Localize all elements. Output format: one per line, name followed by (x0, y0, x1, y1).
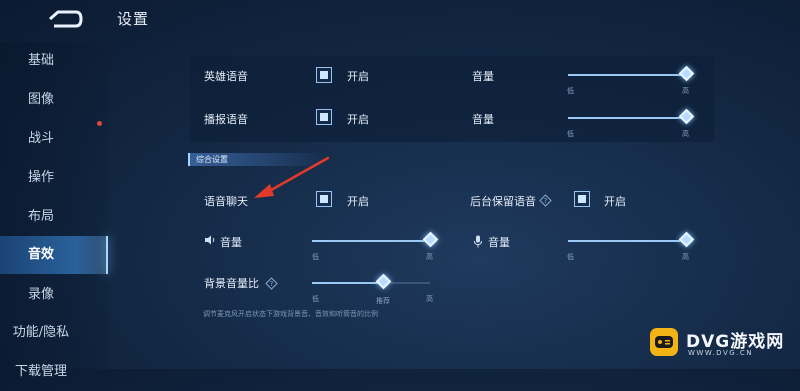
sidebar-item-basic[interactable]: 基础 (0, 42, 108, 80)
sidebar-item-sound[interactable]: 音效 (0, 236, 108, 274)
mic-volume-label: 音量 (488, 236, 510, 249)
svg-text:?: ? (544, 197, 548, 205)
hero-volume-high: 高 (682, 87, 689, 95)
sidebar-item-privacy[interactable]: 功能/隐私 (0, 314, 108, 352)
red-arrow-annotation (254, 156, 330, 198)
hero-volume-label: 音量 (472, 70, 494, 83)
sidebar-item-graphics[interactable]: 图像 (0, 81, 108, 119)
bg-ratio-slider[interactable] (312, 273, 430, 290)
sidebar-item-downloads[interactable]: 下载管理 (0, 353, 108, 391)
hero-voice-on-label: 开启 (347, 70, 369, 83)
microphone-icon (473, 233, 483, 252)
mic-volume-slider[interactable] (568, 231, 695, 248)
section-header-accent (188, 153, 190, 166)
svg-text:?: ? (270, 280, 274, 288)
bg-ratio-help-icon[interactable]: ? (265, 275, 278, 290)
broadcast-volume-label: 音量 (472, 113, 494, 126)
speaker-icon (204, 235, 216, 248)
mic-volume-low: 低 (567, 253, 574, 261)
back-icon (49, 10, 83, 28)
bg-ratio-low: 低 (312, 295, 319, 303)
mic-volume-knob[interactable] (678, 231, 695, 248)
page-title: 设置 (117, 10, 150, 28)
sidebar-item-replay[interactable]: 录像 (0, 276, 108, 314)
watermark-logo (650, 328, 678, 356)
back-button[interactable] (46, 8, 84, 30)
speaker-volume-label: 音量 (220, 236, 242, 249)
broadcast-volume-fill (568, 117, 686, 119)
background-voice-checkbox[interactable] (574, 191, 590, 207)
broadcast-volume-low: 低 (567, 130, 574, 138)
hero-voice-checkbox[interactable] (316, 67, 332, 83)
speaker-volume-fill (312, 240, 430, 242)
broadcast-voice-checkbox[interactable] (316, 109, 332, 125)
hero-volume-slider[interactable] (568, 65, 695, 82)
voice-chat-label: 语音聊天 (204, 195, 248, 208)
mic-volume-fill (568, 240, 686, 242)
hero-voice-label: 英雄语音 (204, 70, 248, 83)
sidebar-item-controls[interactable]: 操作 (0, 159, 108, 197)
notification-dot (97, 121, 102, 126)
broadcast-volume-high: 高 (682, 130, 689, 138)
help-icon[interactable]: ? (539, 192, 552, 207)
footnote-text: 调节麦克风开启状态下游戏背景音、音效和听筒音的比例 (203, 310, 378, 318)
bg-ratio-recommend: 推荐 (376, 297, 390, 305)
broadcast-voice-label: 播报语音 (204, 113, 248, 126)
speaker-volume-slider[interactable] (312, 231, 439, 248)
speaker-volume-high: 高 (426, 253, 433, 261)
hero-volume-low: 低 (567, 87, 574, 95)
bg-ratio-label: 背景音量比 (204, 277, 259, 290)
bg-ratio-fill (312, 282, 383, 284)
voice-chat-on-label: 开启 (347, 195, 369, 208)
bg-ratio-knob[interactable] (375, 273, 392, 290)
speaker-volume-knob[interactable] (422, 231, 439, 248)
background-voice-on-label: 开启 (604, 195, 626, 208)
hero-volume-fill (568, 74, 686, 76)
watermark-url: WWW.DVG.CN (688, 349, 754, 357)
section-title: 综合设置 (196, 155, 228, 164)
sidebar: 基础 图像 战斗 操作 布局 音效 录像 功能/隐私 下载管理 (0, 42, 108, 379)
bg-ratio-high: 高 (426, 295, 433, 303)
broadcast-volume-slider[interactable] (568, 108, 695, 125)
speaker-volume-low: 低 (312, 253, 319, 261)
sidebar-item-battle[interactable]: 战斗 (0, 120, 108, 158)
background-voice-label: 后台保留语音 (470, 195, 536, 208)
broadcast-voice-on-label: 开启 (347, 113, 369, 126)
sidebar-item-layout[interactable]: 布局 (0, 198, 108, 236)
mic-volume-high: 高 (682, 253, 689, 261)
voice-panel (190, 56, 714, 142)
